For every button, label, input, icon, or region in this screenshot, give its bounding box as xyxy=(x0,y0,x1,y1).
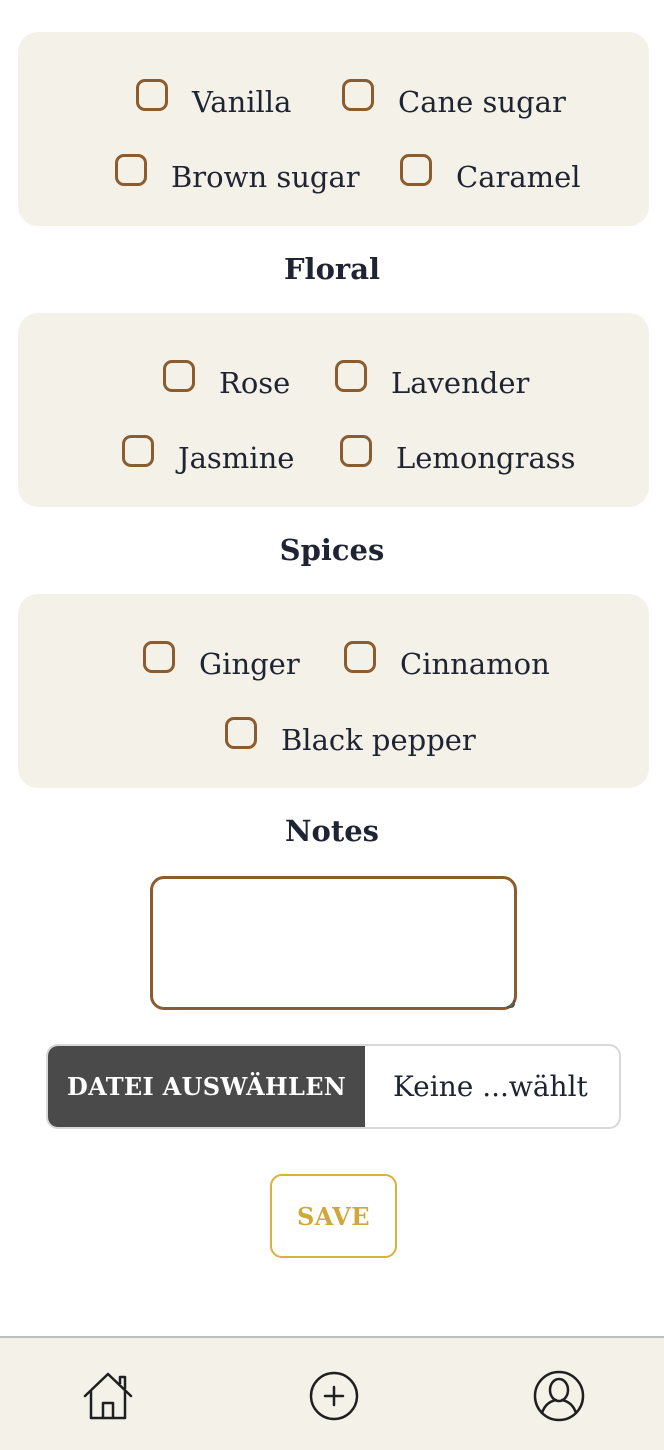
checkbox[interactable] xyxy=(400,154,432,186)
checkbox[interactable] xyxy=(344,641,376,673)
floral-options-card: Rose Lavender Jasmine Lemongrass xyxy=(18,313,649,507)
option-caramel[interactable]: Caramel xyxy=(400,154,581,199)
file-status-text: Keine ...wählt xyxy=(393,1070,588,1103)
option-vanilla[interactable]: Vanilla xyxy=(136,79,292,124)
notes-textarea[interactable] xyxy=(150,876,517,1010)
option-rose[interactable]: Rose xyxy=(163,360,291,405)
option-label: Lavender xyxy=(391,366,530,400)
option-label: Rose xyxy=(219,366,291,400)
checkbox[interactable] xyxy=(340,435,372,467)
choose-file-button[interactable]: DATEI AUSWÄHLEN xyxy=(48,1046,365,1127)
option-label: Lemongrass xyxy=(396,441,576,475)
home-icon[interactable] xyxy=(80,1368,136,1424)
checkbox[interactable] xyxy=(335,360,367,392)
option-label: Black pepper xyxy=(281,723,476,757)
option-cinnamon[interactable]: Cinnamon xyxy=(344,641,550,686)
option-jasmine[interactable]: Jasmine xyxy=(122,435,295,480)
resize-handle-icon[interactable] xyxy=(505,998,515,1008)
option-label: Vanilla xyxy=(192,85,292,119)
option-ginger[interactable]: Ginger xyxy=(143,641,300,686)
page: Vanilla Cane sugar Brown sugar Caramel F… xyxy=(0,0,664,1450)
save-button[interactable]: SAVE xyxy=(270,1174,397,1258)
notes-label: Notes xyxy=(284,814,380,848)
option-lavender[interactable]: Lavender xyxy=(335,360,530,405)
checkbox[interactable] xyxy=(115,154,147,186)
file-input[interactable]: DATEI AUSWÄHLEN Keine ...wählt xyxy=(46,1044,621,1129)
section-title-spices: Spices xyxy=(279,533,385,567)
section-title-floral: Floral xyxy=(283,252,381,286)
checkbox[interactable] xyxy=(122,435,154,467)
option-brown-sugar[interactable]: Brown sugar xyxy=(115,154,360,199)
option-label: Ginger xyxy=(199,647,300,681)
checkbox[interactable] xyxy=(136,79,168,111)
option-label: Cinnamon xyxy=(400,647,550,681)
profile-icon[interactable] xyxy=(531,1368,587,1424)
option-black-pepper[interactable]: Black pepper xyxy=(225,717,476,762)
bottom-nav xyxy=(0,1336,664,1450)
option-label: Cane sugar xyxy=(398,85,566,119)
option-label: Caramel xyxy=(456,160,581,194)
option-label: Brown sugar xyxy=(171,160,360,194)
option-lemongrass[interactable]: Lemongrass xyxy=(340,435,576,480)
add-circle-icon[interactable] xyxy=(306,1368,362,1424)
checkbox[interactable] xyxy=(225,717,257,749)
checkbox[interactable] xyxy=(342,79,374,111)
checkbox[interactable] xyxy=(143,641,175,673)
option-cane-sugar[interactable]: Cane sugar xyxy=(342,79,566,124)
spices-options-card: Ginger Cinnamon Black pepper xyxy=(18,594,649,788)
sweet-options-card: Vanilla Cane sugar Brown sugar Caramel xyxy=(18,32,649,226)
option-label: Jasmine xyxy=(178,441,295,475)
checkbox[interactable] xyxy=(163,360,195,392)
